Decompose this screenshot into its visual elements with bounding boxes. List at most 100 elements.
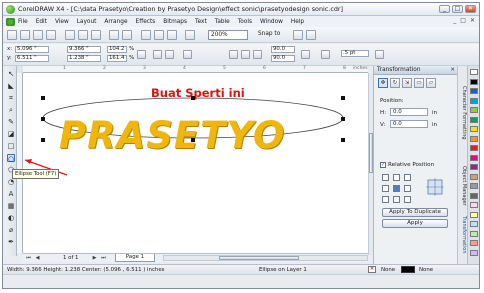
- new-icon[interactable]: [7, 30, 17, 40]
- position-tab-icon[interactable]: ✥: [378, 78, 388, 88]
- save-icon[interactable]: [33, 30, 43, 40]
- palette-swatch[interactable]: [470, 116, 478, 123]
- zoom-tool-icon[interactable]: ⌕: [7, 106, 15, 114]
- anchor-top-left[interactable]: [382, 174, 389, 181]
- close-button[interactable]: ✕: [465, 5, 476, 13]
- palette-swatch[interactable]: [470, 164, 478, 170]
- first-page-icon[interactable]: ⏮: [25, 255, 32, 261]
- side-tab-transformation[interactable]: Transformation: [459, 216, 467, 254]
- copy-icon[interactable]: [78, 30, 88, 40]
- pick-tool-icon[interactable]: ↖: [7, 70, 15, 78]
- palette-swatch[interactable]: [470, 221, 478, 227]
- export-icon[interactable]: [167, 30, 177, 40]
- menu-edit[interactable]: Edit: [36, 19, 47, 25]
- palette-swatch[interactable]: [470, 240, 478, 246]
- selection-handle[interactable]: [191, 96, 195, 100]
- palette-swatch[interactable]: [470, 107, 478, 113]
- table-tool-icon[interactable]: ▦: [7, 202, 15, 210]
- anchor-center[interactable]: [393, 185, 400, 192]
- ellipse-tool-icon[interactable]: ○: [7, 154, 15, 163]
- change-direction-icon[interactable]: [301, 50, 310, 59]
- last-page-icon[interactable]: ⏭: [100, 255, 107, 261]
- prasetyo-logo-text[interactable]: PRASETYO: [59, 114, 285, 157]
- palette-swatch[interactable]: [470, 211, 478, 218]
- undo-icon[interactable]: [109, 30, 119, 40]
- apply-to-duplicate-button[interactable]: Apply To Duplicate: [382, 208, 448, 217]
- anchor-middle-left[interactable]: [382, 185, 389, 192]
- open-icon[interactable]: [20, 30, 30, 40]
- welcome-icon[interactable]: [306, 30, 316, 40]
- horizontal-scrollbar[interactable]: [163, 255, 368, 261]
- palette-swatch[interactable]: [470, 69, 478, 75]
- rotate-tab-icon[interactable]: ↻: [390, 78, 400, 88]
- y-position-input[interactable]: 6.511 ": [15, 55, 49, 62]
- redo-icon[interactable]: [122, 30, 132, 40]
- snap-to-dropdown[interactable]: Snap to: [258, 31, 280, 37]
- basic-shapes-tool-icon[interactable]: ◔: [7, 178, 15, 186]
- menu-tools[interactable]: Tools: [238, 19, 252, 25]
- v-position-input[interactable]: 0.0: [390, 120, 428, 128]
- palette-swatch[interactable]: [470, 88, 478, 94]
- menu-text[interactable]: Text: [195, 19, 207, 25]
- menu-layout[interactable]: Layout: [77, 19, 97, 25]
- scale-tab-icon[interactable]: ⇲: [402, 78, 412, 88]
- menu-window[interactable]: Window: [260, 19, 283, 25]
- lock-ratio-icon[interactable]: [137, 50, 146, 59]
- doc-restore-button[interactable]: □: [460, 17, 466, 24]
- minimize-button[interactable]: _: [439, 5, 450, 13]
- doc-minimize-button[interactable]: _: [453, 17, 456, 24]
- selection-handle[interactable]: [41, 138, 45, 142]
- anchor-top-right[interactable]: [404, 174, 411, 181]
- object-height-input[interactable]: 1.238 ": [67, 55, 101, 62]
- interactive-blend-tool-icon[interactable]: ◐: [7, 214, 15, 222]
- selection-handle[interactable]: [341, 96, 345, 100]
- anchor-bottom-center[interactable]: [393, 196, 400, 203]
- menu-file[interactable]: File: [18, 19, 28, 25]
- arc-mode-icon[interactable]: [253, 50, 262, 59]
- x-position-input[interactable]: 5.096 ": [15, 46, 49, 53]
- anchor-middle-right[interactable]: [404, 185, 411, 192]
- text-tool-icon[interactable]: A: [7, 190, 15, 198]
- menu-view[interactable]: View: [55, 19, 69, 25]
- print-page-icon[interactable]: [183, 50, 192, 59]
- eyedropper-tool-icon[interactable]: ⌀: [7, 226, 15, 234]
- ellipse-mode-icon[interactable]: [229, 50, 238, 59]
- scale-height-input[interactable]: 161.4: [107, 55, 127, 62]
- next-page-icon[interactable]: ▶: [91, 255, 98, 261]
- print-icon[interactable]: [46, 30, 56, 40]
- relative-position-checkbox[interactable]: ✓: [380, 162, 386, 168]
- end-angle-input[interactable]: 90.0: [271, 55, 295, 62]
- menu-arrange[interactable]: Arrange: [104, 19, 127, 25]
- palette-swatch[interactable]: [470, 126, 478, 132]
- selection-handle[interactable]: [341, 138, 345, 142]
- selection-handle[interactable]: [41, 117, 45, 121]
- palette-swatch[interactable]: [470, 202, 478, 208]
- palette-swatch[interactable]: [470, 183, 478, 189]
- restore-button[interactable]: □: [452, 5, 463, 13]
- application-launcher-icon[interactable]: [185, 30, 195, 40]
- palette-swatch[interactable]: [470, 154, 478, 161]
- crop-tool-icon[interactable]: ⌗: [7, 94, 15, 102]
- mirror-horizontal-icon[interactable]: [153, 50, 162, 59]
- options-icon[interactable]: [293, 30, 303, 40]
- apply-button[interactable]: Apply: [382, 219, 448, 228]
- side-tab-object-manager[interactable]: Object Manager: [459, 166, 467, 206]
- convert-to-curves-icon[interactable]: [375, 50, 384, 59]
- anchor-top-center[interactable]: [393, 174, 400, 181]
- side-tab-character-formatting[interactable]: Character Formatting: [459, 86, 467, 140]
- horizontal-ruler[interactable]: 1 2 3 4 5 6 7 8 inches: [23, 66, 368, 73]
- docker-close-icon[interactable]: ✕: [450, 67, 455, 73]
- smart-fill-tool-icon[interactable]: ◪: [7, 130, 15, 138]
- palette-swatch[interactable]: [470, 78, 478, 85]
- horizontal-scroll-thumb[interactable]: [219, 256, 299, 260]
- pie-mode-icon[interactable]: [241, 50, 250, 59]
- menu-effects[interactable]: Effects: [136, 19, 156, 25]
- menu-help[interactable]: Help: [291, 19, 304, 25]
- anchor-bottom-right[interactable]: [404, 196, 411, 203]
- shape-tool-icon[interactable]: ◣: [7, 82, 15, 90]
- outline-width-select[interactable]: .5 pt: [341, 50, 369, 57]
- import-icon[interactable]: [154, 30, 164, 40]
- mirror-vertical-icon[interactable]: [165, 50, 174, 59]
- zoom-level-select[interactable]: 200%: [208, 30, 248, 40]
- palette-swatch[interactable]: [470, 249, 478, 256]
